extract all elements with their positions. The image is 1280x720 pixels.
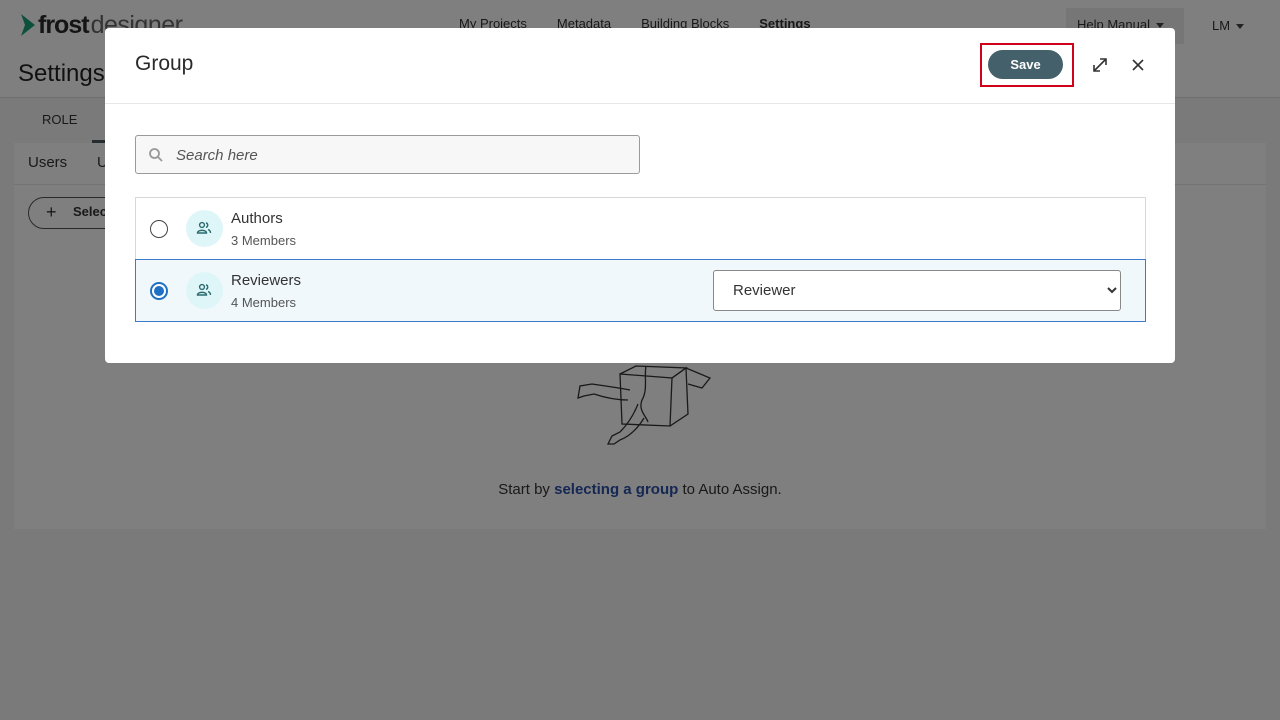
search-input[interactable]: [176, 144, 626, 166]
expand-icon[interactable]: [1090, 55, 1110, 75]
group-search: [135, 135, 640, 174]
group-member-count: 3 Members: [231, 233, 297, 248]
save-button[interactable]: Save: [988, 50, 1063, 79]
radio-reviewers[interactable]: [150, 282, 168, 300]
group-name: Authors: [231, 210, 283, 227]
modal-title: Group: [135, 52, 194, 75]
radio-authors[interactable]: [150, 220, 168, 238]
search-icon: [149, 148, 163, 162]
group-member-count: 4 Members: [231, 295, 297, 310]
group-row-authors[interactable]: Authors 3 Members: [135, 197, 1146, 260]
group-avatar: [186, 210, 223, 247]
group-list: Authors 3 Members Reviewers 4 Members Re…: [135, 197, 1146, 322]
group-name: Reviewers: [231, 272, 302, 289]
role-select[interactable]: Reviewer: [713, 270, 1121, 311]
modal-header: Group Save: [105, 28, 1175, 104]
group-avatar: [186, 272, 223, 309]
group-people-icon: [196, 221, 212, 234]
group-row-reviewers[interactable]: Reviewers 4 Members Reviewer: [135, 259, 1146, 322]
group-modal: Group Save Search here Authors 3 Members…: [105, 28, 1175, 363]
group-people-icon: [196, 283, 212, 296]
close-icon[interactable]: [1129, 56, 1147, 74]
